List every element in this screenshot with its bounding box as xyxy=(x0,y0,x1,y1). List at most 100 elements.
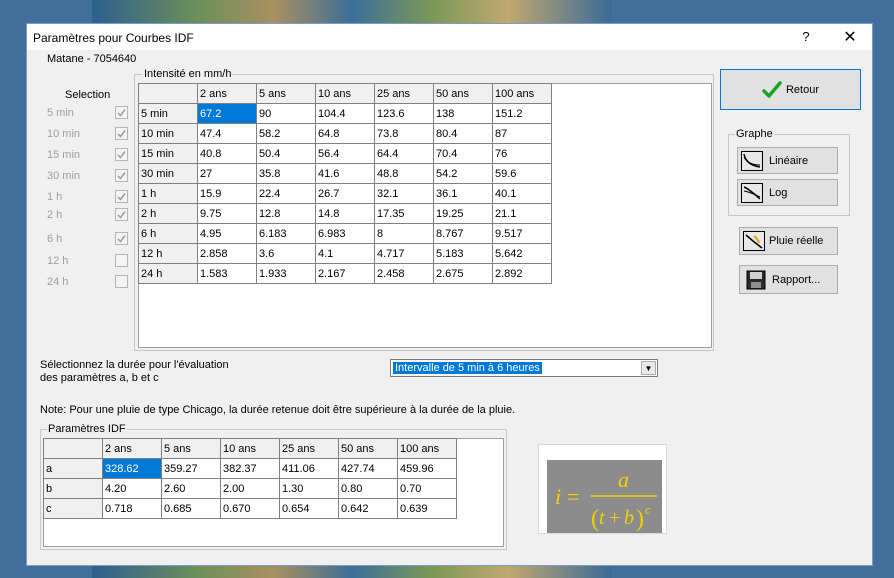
table-cell[interactable]: 4.1 xyxy=(315,243,375,264)
close-button[interactable]: ✕ xyxy=(841,27,859,47)
header-row: 2 ans 5 ans 10 ans 25 ans 50 ans 100 ans xyxy=(138,83,552,104)
table-cell[interactable]: 4.717 xyxy=(374,243,434,264)
table-cell[interactable]: 87 xyxy=(492,123,552,144)
table-cell[interactable]: 48.8 xyxy=(374,163,434,184)
table-cell[interactable]: 8.767 xyxy=(433,223,493,244)
table-cell[interactable]: 80.4 xyxy=(433,123,493,144)
table-cell[interactable]: 427.74 xyxy=(338,458,398,479)
table-cell[interactable]: 41.6 xyxy=(315,163,375,184)
table-cell[interactable]: 4.20 xyxy=(102,478,162,499)
selection-checkbox[interactable] xyxy=(115,169,128,182)
table-cell[interactable]: 382.37 xyxy=(220,458,280,479)
table-cell[interactable]: 2.858 xyxy=(197,243,257,264)
table-cell[interactable]: 1.583 xyxy=(197,263,257,284)
table-cell[interactable]: 15.9 xyxy=(197,183,257,204)
table-cell[interactable]: 8 xyxy=(374,223,434,244)
selection-checkbox[interactable] xyxy=(115,106,128,119)
table-cell[interactable]: 54.2 xyxy=(433,163,493,184)
table-cell[interactable]: 138 xyxy=(433,103,493,124)
duration-dropdown[interactable]: Intervalle de 5 min à 6 heures ▼ xyxy=(390,359,658,377)
log-button[interactable]: Log xyxy=(737,179,838,206)
table-cell[interactable]: 6.983 xyxy=(315,223,375,244)
table-cell[interactable]: 14.8 xyxy=(315,203,375,224)
table-cell[interactable]: 4.95 xyxy=(197,223,257,244)
table-cell[interactable]: 22.4 xyxy=(256,183,316,204)
table-cell[interactable]: 47.4 xyxy=(197,123,257,144)
table-cell[interactable]: 35.8 xyxy=(256,163,316,184)
rapport-button[interactable]: Rapport... xyxy=(739,265,838,294)
table-cell[interactable]: 1.30 xyxy=(279,478,339,499)
column-header: 10 ans xyxy=(220,438,280,459)
table-cell[interactable]: 64.8 xyxy=(315,123,375,144)
table-cell[interactable]: 459.96 xyxy=(397,458,457,479)
table-cell[interactable]: 2.60 xyxy=(161,478,221,499)
table-cell[interactable]: 21.1 xyxy=(492,203,552,224)
table-cell[interactable]: 0.685 xyxy=(161,498,221,519)
table-cell[interactable]: 12.8 xyxy=(256,203,316,224)
selection-checkbox[interactable] xyxy=(115,275,128,288)
table-cell[interactable]: 0.80 xyxy=(338,478,398,499)
selection-checkbox[interactable] xyxy=(115,232,128,245)
table-cell[interactable]: 26.7 xyxy=(315,183,375,204)
table-cell[interactable]: 40.1 xyxy=(492,183,552,204)
table-cell[interactable]: 2.00 xyxy=(220,478,280,499)
table-cell[interactable]: 40.8 xyxy=(197,143,257,164)
table-cell[interactable]: 0.642 xyxy=(338,498,398,519)
table-cell[interactable]: 76 xyxy=(492,143,552,164)
table-cell[interactable]: 3.6 xyxy=(256,243,316,264)
table-cell[interactable]: 9.517 xyxy=(492,223,552,244)
save-disk-icon xyxy=(746,270,766,289)
selection-checkbox[interactable] xyxy=(115,208,128,221)
table-cell[interactable]: 104.4 xyxy=(315,103,375,124)
table-cell[interactable]: 2.892 xyxy=(492,263,552,284)
table-cell[interactable]: 6.183 xyxy=(256,223,316,244)
table-cell[interactable]: 0.654 xyxy=(279,498,339,519)
column-header: 100 ans xyxy=(397,438,457,459)
lineaire-button[interactable]: Linéaire xyxy=(737,147,838,174)
formula-numerator: a xyxy=(618,467,629,492)
check-icon xyxy=(117,151,126,159)
table-cell[interactable]: 56.4 xyxy=(315,143,375,164)
table-cell[interactable]: 0.639 xyxy=(397,498,457,519)
pluie-reelle-button[interactable]: Pluie réelle xyxy=(739,227,838,255)
table-cell[interactable]: 2.167 xyxy=(315,263,375,284)
table-cell[interactable]: 9.75 xyxy=(197,203,257,224)
table-cell[interactable]: 359.27 xyxy=(161,458,221,479)
table-cell[interactable]: 0.70 xyxy=(397,478,457,499)
table-cell[interactable]: 2.675 xyxy=(433,263,493,284)
selection-checkbox[interactable] xyxy=(115,190,128,203)
table-cell[interactable]: 5.642 xyxy=(492,243,552,264)
table-cell[interactable]: 328.62 xyxy=(102,458,162,479)
table-cell[interactable]: 0.718 xyxy=(102,498,162,519)
table-cell[interactable]: 64.4 xyxy=(374,143,434,164)
table-cell[interactable]: 27 xyxy=(197,163,257,184)
table-cell[interactable]: 73.8 xyxy=(374,123,434,144)
retour-button[interactable]: Retour xyxy=(720,69,861,110)
check-icon xyxy=(117,235,126,243)
table-cell[interactable]: 17.35 xyxy=(374,203,434,224)
table-cell[interactable]: 123.6 xyxy=(374,103,434,124)
table-cell[interactable]: 59.6 xyxy=(492,163,552,184)
selection-item: 30 min xyxy=(47,169,137,185)
table-cell[interactable]: 32.1 xyxy=(374,183,434,204)
dropdown-arrow-icon[interactable]: ▼ xyxy=(641,361,656,375)
table-cell[interactable]: 70.4 xyxy=(433,143,493,164)
table-cell[interactable]: 36.1 xyxy=(433,183,493,204)
table-cell[interactable]: 1.933 xyxy=(256,263,316,284)
table-cell[interactable]: 67.2 xyxy=(197,103,257,124)
table-cell[interactable]: 90 xyxy=(256,103,316,124)
help-button[interactable]: ? xyxy=(799,29,813,44)
selection-checkbox[interactable] xyxy=(115,127,128,140)
retour-label: Retour xyxy=(785,83,820,96)
table-cell[interactable]: 0.670 xyxy=(220,498,280,519)
table-cell[interactable]: 19.25 xyxy=(433,203,493,224)
table-cell[interactable]: 58.2 xyxy=(256,123,316,144)
table-cell[interactable]: 2.458 xyxy=(374,263,434,284)
table-cell[interactable]: 151.2 xyxy=(492,103,552,124)
table-cell[interactable]: 50.4 xyxy=(256,143,316,164)
selection-checkbox[interactable] xyxy=(115,254,128,267)
selection-checkbox[interactable] xyxy=(115,148,128,161)
selection-item: 6 h xyxy=(47,232,137,248)
table-cell[interactable]: 5.183 xyxy=(433,243,493,264)
table-cell[interactable]: 411.06 xyxy=(279,458,339,479)
